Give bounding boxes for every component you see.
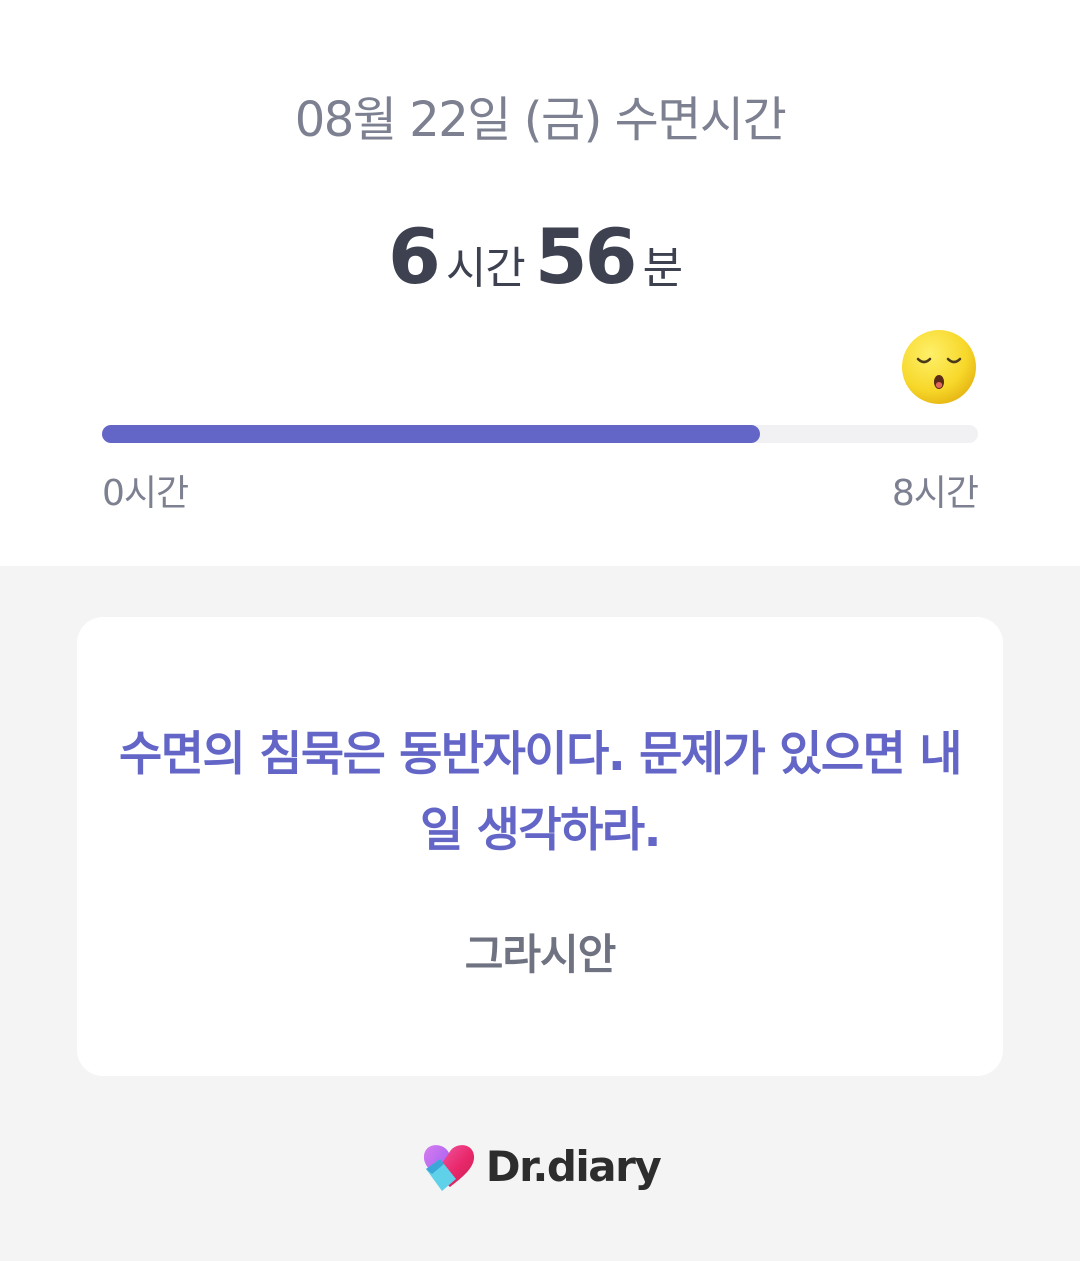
progress-max-label: 8시간 — [891, 473, 979, 514]
sleep-duration: 6 시간 56 분 — [0, 212, 1080, 323]
duration-minutes-unit: 분 — [642, 243, 683, 294]
sleep-summary-section: 08월 22일 (금) 수면시간 6 시간 56 분 0시간 8시간 — [0, 0, 1080, 566]
quote-text: 수면의 침묵은 동반자이다. 문제가 있으면 내일 생각하라. — [119, 727, 963, 858]
heart-logo-icon — [423, 1145, 474, 1191]
duration-hours: 6 — [387, 212, 441, 301]
sleep-progress-fill — [102, 425, 760, 443]
quote-author: 그라시안 — [464, 930, 617, 979]
page-title: 08월 22일 (금) 수면시간 — [294, 92, 787, 148]
sleeping-face-icon — [902, 330, 976, 404]
duration-minutes: 56 — [534, 212, 638, 301]
sleep-progress-bar — [102, 425, 978, 443]
duration-hours-unit: 시간 — [445, 243, 526, 294]
brand-name: Dr.diary — [485, 1142, 662, 1191]
quote-card: 수면의 침묵은 동반자이다. 문제가 있으면 내일 생각하라. 그라시안 — [77, 617, 1003, 1076]
brand-footer: Dr.diary — [0, 1136, 1080, 1198]
progress-min-label: 0시간 — [102, 473, 189, 514]
